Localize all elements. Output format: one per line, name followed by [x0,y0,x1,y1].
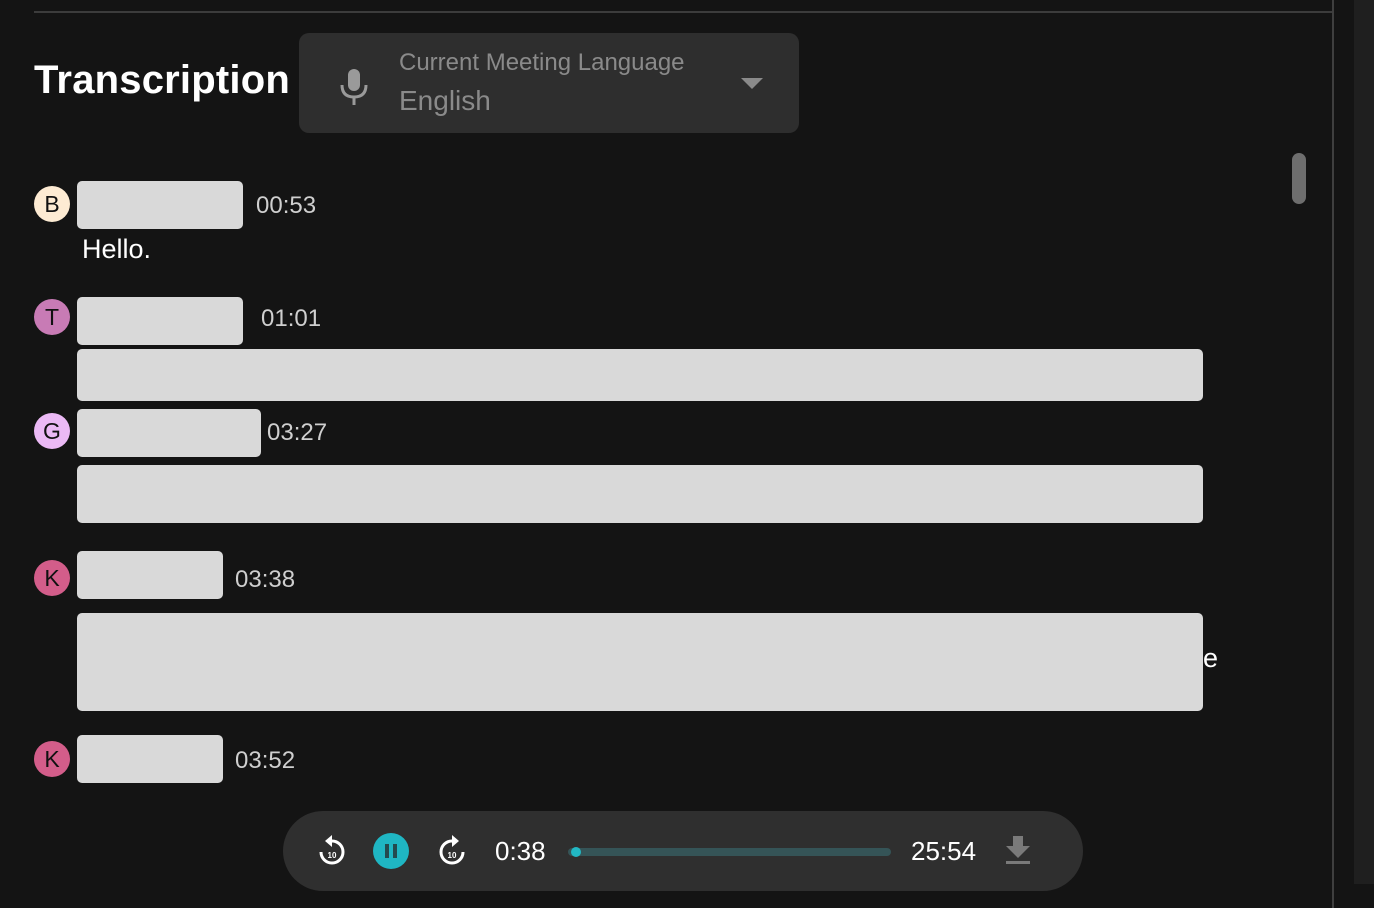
avatar: K [34,741,70,777]
timestamp[interactable]: 01:01 [261,305,321,333]
message-text-fragment: e [1203,643,1219,673]
timestamp[interactable]: 00:53 [256,192,316,220]
forward-10-icon: 10 [439,835,465,865]
progress-knob[interactable] [570,847,581,857]
avatar: T [34,299,70,335]
timestamp[interactable]: 03:52 [235,747,295,775]
language-select-label: Current Meeting Language [399,49,685,76]
pause-button[interactable] [373,833,409,869]
timestamp[interactable]: 03:38 [235,566,295,594]
timestamp[interactable]: 03:27 [267,419,327,447]
avatar: B [34,186,70,222]
language-select-value: English [399,85,491,116]
panel-divider [1332,0,1334,908]
svg-text:10: 10 [448,851,457,860]
top-divider [34,11,1332,13]
speaker-name-redacted [77,297,243,345]
speaker-name-redacted [77,181,243,229]
audio-player: 10 10 0:38 25:54 [283,811,1083,891]
page-title: Transcription [34,58,290,102]
microphone-icon [339,69,369,112]
speaker-name-redacted [77,735,223,783]
side-panel-edge [1354,0,1374,884]
message-text: Hello. [82,234,152,264]
svg-text:10: 10 [328,851,337,860]
rewind-10-button[interactable]: 10 [317,835,347,872]
current-time: 0:38 [495,836,546,866]
chevron-down-icon [741,78,763,89]
scrollbar-thumb[interactable] [1292,153,1306,204]
download-button[interactable] [1005,836,1031,871]
message-text-redacted [77,349,1203,401]
speaker-name-redacted [77,409,261,457]
message-text-redacted [77,613,1203,711]
avatar: G [34,413,70,449]
total-time: 25:54 [911,836,977,866]
progress-track[interactable] [568,848,891,856]
download-icon [1006,836,1030,864]
forward-10-button[interactable]: 10 [437,835,467,872]
replay-10-icon: 10 [319,835,345,865]
speaker-name-redacted [77,551,223,599]
avatar: K [34,560,70,596]
message-text-redacted [77,465,1203,523]
language-select[interactable]: Current Meeting Language English [299,33,799,133]
